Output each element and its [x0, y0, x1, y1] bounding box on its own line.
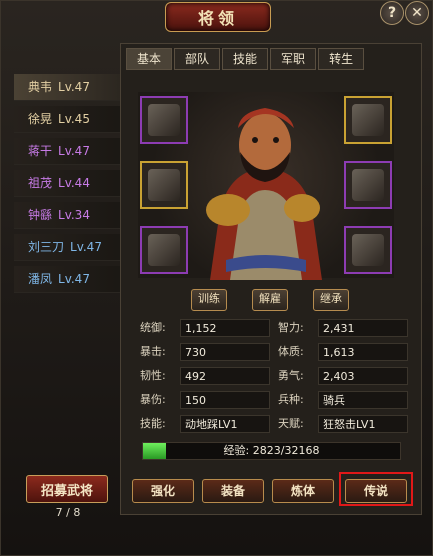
window-title: 将领 — [197, 9, 238, 28]
general-level: Lv.47 — [58, 144, 90, 158]
stat-label: 勇气: — [278, 369, 304, 382]
stat-label: 天赋: — [278, 417, 304, 430]
window-title-banner: 将领 — [165, 2, 271, 32]
stat-value: 492 — [180, 367, 270, 385]
boots-icon — [148, 234, 180, 266]
close-icon: ✕ — [411, 5, 423, 21]
tab-troops[interactable]: 部队 — [174, 48, 221, 70]
stat-value: 狂怒击LV1 — [318, 415, 408, 433]
equip-slot-boots[interactable] — [140, 226, 188, 274]
train-button[interactable]: 训练 — [191, 289, 227, 311]
general-name: 典韦 — [28, 80, 53, 94]
weapon-icon — [148, 104, 180, 136]
stat-label: 智力: — [278, 321, 304, 334]
equip-slot-weapon[interactable] — [140, 96, 188, 144]
general-level: Lv.47 — [70, 240, 102, 254]
dismiss-button[interactable]: 解雇 — [252, 289, 288, 311]
detail-tabs: 基本 部队 技能 军职 转生 — [126, 48, 365, 70]
general-item-liusandao[interactable]: 刘三刀 Lv.47 — [14, 234, 126, 261]
close-button[interactable]: ✕ — [405, 1, 429, 25]
stat-label: 暴伤: — [140, 393, 166, 406]
tab-basic[interactable]: 基本 — [126, 48, 173, 70]
experience-text: 经验: 2823/32168 — [223, 444, 320, 457]
equip-slot-armor[interactable] — [344, 161, 392, 209]
equip-button[interactable]: 装备 — [202, 479, 264, 503]
general-name: 潘凤 — [28, 272, 53, 286]
armor-icon — [352, 169, 384, 201]
tab-skills[interactable]: 技能 — [222, 48, 269, 70]
stat-value: 1,613 — [318, 343, 408, 361]
general-item-zhongyao[interactable]: 钟繇 Lv.34 — [14, 202, 126, 229]
general-level: Lv.44 — [58, 176, 90, 190]
general-name: 钟繇 — [28, 208, 53, 222]
stat-value: 1,152 — [180, 319, 270, 337]
stat-value: 150 — [180, 391, 270, 409]
general-level: Lv.45 — [58, 112, 90, 126]
equip-slot-gloves[interactable] — [140, 161, 188, 209]
general-portrait — [206, 108, 322, 280]
stat-value: 骑兵 — [318, 391, 408, 409]
help-icon: ? — [387, 5, 397, 21]
stat-value: 2,403 — [318, 367, 408, 385]
helmet-icon — [352, 104, 384, 136]
stat-value: 动地踩LV1 — [180, 415, 270, 433]
stat-label: 韧性: — [140, 369, 166, 382]
general-item-dianwei[interactable]: 典韦 Lv.47 — [14, 74, 126, 101]
equip-slot-helmet[interactable] — [344, 96, 392, 144]
strengthen-button[interactable]: 强化 — [132, 479, 194, 503]
general-name: 蒋干 — [28, 144, 53, 158]
stat-label: 统御: — [140, 321, 166, 334]
equip-slot-mount[interactable] — [344, 226, 392, 274]
general-name: 刘三刀 — [28, 240, 65, 254]
recruit-general-button[interactable]: 招募武将 — [26, 475, 108, 503]
mount-icon — [352, 234, 384, 266]
refine-button[interactable]: 炼体 — [272, 479, 334, 503]
tab-rank[interactable]: 军职 — [270, 48, 317, 70]
gloves-icon — [148, 169, 180, 201]
stat-label: 暴击: — [140, 345, 166, 358]
stat-value: 730 — [180, 343, 270, 361]
stat-label: 兵种: — [278, 393, 304, 406]
stat-value: 2,431 — [318, 319, 408, 337]
stat-label: 体质: — [278, 345, 304, 358]
general-name: 徐晃 — [28, 112, 53, 126]
stat-label: 技能: — [140, 417, 166, 430]
general-level: Lv.47 — [58, 272, 90, 286]
recruit-label: 招募武将 — [40, 483, 93, 499]
legend-button-highlight — [339, 472, 413, 506]
inherit-button[interactable]: 继承 — [313, 289, 349, 311]
help-button[interactable]: ? — [380, 1, 404, 25]
experience-bar: 经验: 2823/32168 — [142, 442, 401, 460]
general-name: 祖茂 — [28, 176, 53, 190]
general-item-jianggan[interactable]: 蒋干 Lv.47 — [14, 138, 126, 165]
general-list: 典韦 Lv.47 徐晃 Lv.45 蒋干 Lv.47 祖茂 Lv.44 钟繇 Lv.34 … — [14, 74, 126, 304]
general-item-zumao[interactable]: 祖茂 Lv.44 — [14, 170, 126, 197]
tab-rebirth[interactable]: 转生 — [318, 48, 365, 70]
general-level: Lv.34 — [58, 208, 90, 222]
general-item-xuhuang[interactable]: 徐晃 Lv.45 — [14, 106, 126, 133]
general-count: 7 / 8 — [55, 506, 81, 519]
general-item-panfeng[interactable]: 潘凤 Lv.47 — [14, 266, 126, 293]
general-level: Lv.47 — [58, 80, 90, 94]
